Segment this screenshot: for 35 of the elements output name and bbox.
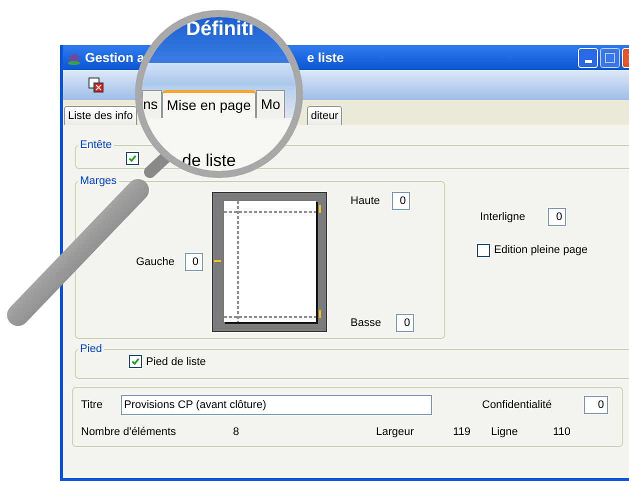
field-label: Ligne	[491, 425, 519, 440]
width-value: 119	[453, 425, 472, 440]
input-field[interactable]: 0	[584, 396, 608, 414]
close-window-icon[interactable]	[88, 77, 104, 93]
title-field[interactable]: Provisions CP (avant clôture)	[121, 395, 432, 415]
field-label: Interligne	[480, 210, 526, 225]
magnified-tab[interactable]: Mo	[256, 90, 286, 118]
minimize-button[interactable]	[578, 48, 598, 68]
tab[interactable]: diteur	[306, 106, 342, 125]
field-label: Nombre d'éléments	[81, 425, 178, 440]
window-title: e liste	[307, 48, 344, 67]
checkbox[interactable]	[129, 355, 142, 368]
magnified-tab[interactable]: ns	[142, 90, 162, 118]
checkbox[interactable]	[477, 244, 490, 257]
field-label: Titre	[81, 398, 104, 413]
field-label: Basse	[350, 316, 382, 330]
tab[interactable]: Liste des info	[64, 106, 137, 125]
magnified-tab[interactable]: Mise en page	[162, 90, 256, 118]
group-title: Entête	[79, 138, 113, 153]
magnified-title: Définiti	[186, 19, 254, 39]
input-field[interactable]: 0	[184, 252, 203, 271]
checkbox-label: Pied de liste	[146, 354, 206, 370]
checkbox[interactable]	[126, 152, 139, 164]
group-title: Pied	[79, 342, 104, 357]
field-label: Haute	[350, 194, 380, 208]
field-label: Confidentialité	[482, 398, 553, 413]
field-label: Gauche	[136, 254, 175, 270]
field-label: Largeur	[376, 425, 415, 440]
group-title: Marges	[79, 174, 118, 189]
line-value: 110	[553, 425, 571, 440]
count-value: 8	[233, 425, 240, 440]
checkbox-label: Edition pleine page	[494, 243, 588, 258]
input-field[interactable]: 0	[396, 314, 414, 332]
input-field[interactable]: 0	[548, 208, 566, 226]
input-field[interactable]: 0	[392, 192, 410, 210]
